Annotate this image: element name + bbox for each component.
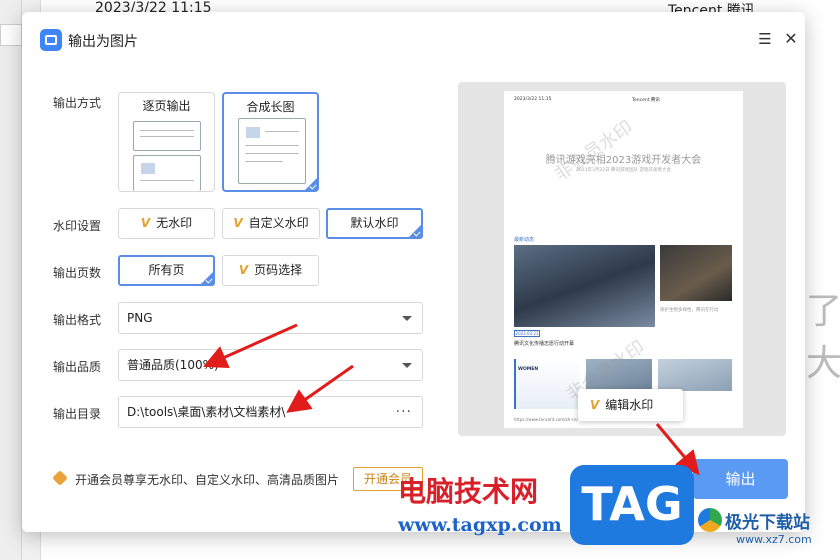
site-name: 电脑技术网 (398, 475, 539, 508)
xz-site-name: 极光下载站 (725, 513, 810, 533)
arrow-to-export (655, 423, 700, 476)
xz-site-url: www.xz7.com (736, 533, 812, 546)
arrow-to-directory (286, 364, 354, 413)
site-watermark: 电脑技术网 www.tagxp.com TAG 极光下载站 www.xz7.co… (398, 465, 840, 560)
tag-logo: TAG (570, 465, 694, 545)
arrow-to-quality (203, 323, 298, 369)
site-url: www.tagxp.com (398, 514, 562, 536)
xz-logo-icon (698, 508, 722, 532)
